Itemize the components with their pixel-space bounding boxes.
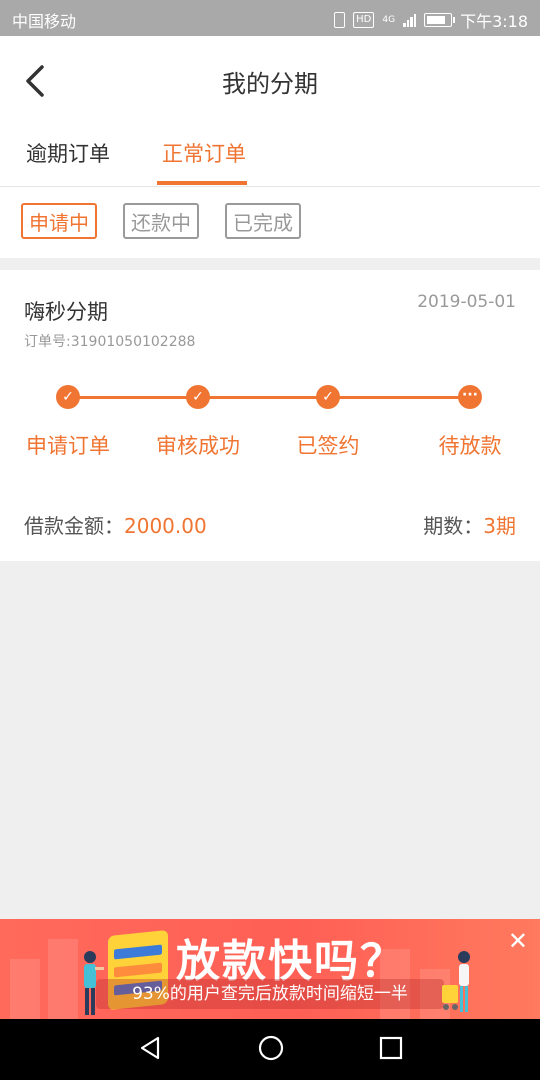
check-icon: ✓ [316,385,340,409]
progress-line [68,396,470,399]
order-card[interactable]: 嗨秒分期 2019-05-01 订单号:31901050102288 ✓ ✓ ✓… [0,270,540,561]
status-filters: 申请中 还款中 已完成 [0,187,540,258]
filter-completed[interactable]: 已完成 [225,203,301,239]
network-type-icon: 4G [382,15,396,25]
hd-icon: HD [353,12,375,28]
recent-square-icon[interactable] [376,1033,406,1063]
more-icon: ··· [458,385,482,409]
loan-amount-value: 2000.00 [124,514,207,538]
tab-normal-orders[interactable]: 正常订单 [162,138,246,168]
banner-subtitle: 93%的用户查完后放款时间缩短一半 [96,979,444,1009]
status-icons: HD 4G 下午3:18 [334,8,528,32]
filter-repaying[interactable]: 还款中 [123,203,199,239]
step-label-apply: 申请订单 [26,434,110,458]
tab-overdue-orders[interactable]: 逾期订单 [26,138,110,168]
step-label-signed: 已签约 [296,434,360,458]
order-number: 订单号:31901050102288 [24,334,196,350]
period-value: 3期 [483,514,516,538]
loan-amount-label: 借款金额： [24,514,124,538]
promo-banner[interactable]: 放款快吗？ 93%的用户查完后放款时间缩短一半 ✕ [0,919,540,1019]
loan-amount: 借款金额：2000.00 [24,510,207,539]
system-nav-bar [0,1019,540,1080]
home-circle-icon[interactable] [256,1033,286,1063]
order-tabs: 逾期订单 正常订单 [0,126,540,187]
carrier-name: 中国移动 [12,12,77,31]
clock: 下午3:18 [460,12,528,31]
page-title: 我的分期 [222,70,318,98]
signal-icon [403,13,417,27]
city-skyline-shape [10,959,40,1019]
order-date: 2019-05-01 [417,292,516,312]
check-icon: ✓ [186,385,210,409]
vibrate-icon [334,12,346,28]
product-name: 嗨秒分期 [24,300,108,324]
shopper-illustration [442,951,470,1012]
step-label-pending: 待放款 [438,434,502,458]
period-label: 期数： [423,514,484,538]
close-icon[interactable]: ✕ [508,927,528,955]
back-triangle-icon[interactable] [136,1033,166,1063]
step-label-approved: 审核成功 [156,434,240,458]
active-tab-indicator [157,181,247,185]
status-bar: 中国移动 HD 4G 下午3:18 [0,0,540,36]
battery-icon [424,13,456,27]
installment-period: 期数：3期 [423,510,516,539]
check-icon: ✓ [56,385,80,409]
city-skyline-shape [48,939,78,1019]
filter-applying[interactable]: 申请中 [21,203,97,239]
app-header: 我的分期 [0,36,540,126]
